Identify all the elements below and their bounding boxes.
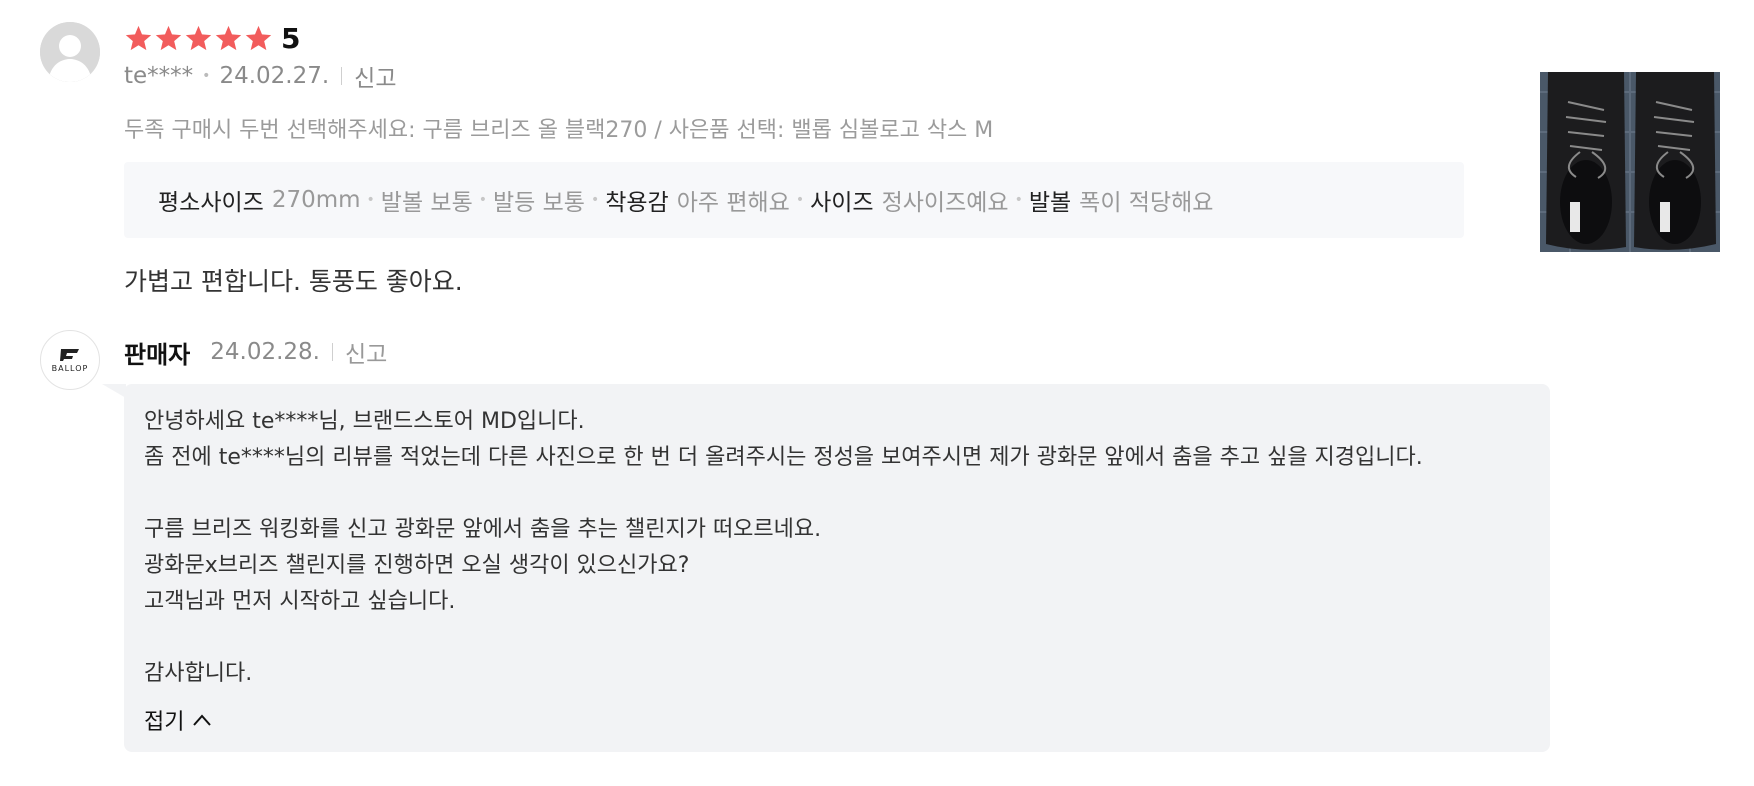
review-report-link[interactable]: 신고	[354, 59, 396, 93]
attribute-key: 평소사이즈	[158, 190, 264, 216]
fold-button[interactable]: 접기	[144, 704, 212, 736]
review-attributes: 평소사이즈 270mm • 발볼 보통 • 발등 보통 • 착용감 아주 편해요 • 사이즈 정사이즈…	[124, 162, 1464, 238]
attribute-value: 폭이 적당해요	[1079, 190, 1214, 216]
review-photo[interactable]	[1540, 72, 1720, 252]
review-meta: te**** • 24.02.27. 신고	[124, 60, 397, 92]
attribute-separator: •	[478, 192, 488, 208]
reply-line: 감사합니다.	[144, 661, 253, 686]
review-body: 가볍고 편합니다. 통풍도 좋아요.	[124, 267, 463, 296]
ballop-logo-icon	[60, 349, 79, 361]
attribute-key: 발볼	[1028, 190, 1072, 216]
attribute-value: 정사이즈예요	[881, 190, 1009, 216]
review-date: 24.02.27.	[219, 63, 330, 89]
review-author: te****	[124, 63, 194, 89]
seller-date: 24.02.28.	[210, 339, 320, 365]
attribute-key: 착용감	[605, 190, 669, 216]
star-icon	[155, 25, 182, 50]
attribute-value: 발볼 보통	[380, 190, 473, 216]
fold-label: 접기	[144, 710, 185, 735]
reply-line: 안녕하세요 te****님, 브랜드스토어 MD입니다.	[144, 409, 585, 434]
reply-line: 광화문x브리즈 챌린지를 진행하면 오실 생각이 있으신가요?	[144, 553, 690, 578]
reply-line	[144, 620, 1530, 656]
star-icon	[125, 25, 152, 50]
user-silhouette-icon	[40, 22, 100, 82]
star-rating	[124, 24, 273, 53]
reply-bubble-tail	[102, 384, 126, 398]
reply-line: 고객님과 먼저 시작하고 싶습니다.	[144, 589, 456, 614]
seller-report-link[interactable]: 신고	[345, 335, 387, 369]
rating-row: 5	[124, 20, 300, 56]
attribute-value: 270mm	[271, 187, 361, 213]
attribute-separator: •	[590, 192, 600, 208]
seller-name: 판매자	[124, 340, 191, 369]
reply-line: 구름 브리즈 워킹화를 신고 광화문 앞에서 춤을 추는 챌린지가 떠오르네요.	[144, 517, 822, 542]
seller-logo-text: BALLOP	[51, 364, 89, 373]
meta-divider	[341, 67, 343, 85]
star-icon	[215, 25, 242, 50]
attribute-value: 아주 편해요	[676, 190, 790, 216]
seller-reply: 안녕하세요 te****님, 브랜드스토어 MD입니다. 좀 전에 te****님…	[124, 384, 1550, 752]
star-icon	[245, 25, 272, 50]
rating-value: 5	[281, 21, 301, 55]
meta-dot: •	[202, 68, 211, 84]
attribute-separator: •	[1014, 192, 1023, 208]
attribute-value: 발등 보통	[493, 190, 585, 216]
purchase-option: 두족 구매시 두번 선택해주세요: 구름 브리즈 올 블랙270 / 사은품 선…	[124, 118, 994, 143]
reply-line: 좀 전에 te****님의 리뷰를 적었는데 다른 사진으로 한 번 더 올려주…	[144, 445, 1423, 470]
seller-meta: 판매자 24.02.28. 신고	[124, 334, 387, 370]
seller-reply-body: 안녕하세요 te****님, 브랜드스토어 MD입니다. 좀 전에 te****님…	[144, 404, 1530, 692]
attribute-separator: •	[795, 192, 805, 208]
reply-line	[144, 476, 1530, 512]
reviewer-avatar	[40, 22, 100, 82]
attribute-key: 사이즈	[810, 190, 874, 216]
star-icon	[185, 25, 212, 50]
seller-logo: BALLOP	[40, 330, 100, 390]
black-sneakers-photo-icon	[1540, 72, 1720, 252]
chevron-up-icon	[193, 714, 212, 726]
seller-meta-divider	[331, 343, 333, 361]
attribute-separator: •	[366, 192, 375, 208]
